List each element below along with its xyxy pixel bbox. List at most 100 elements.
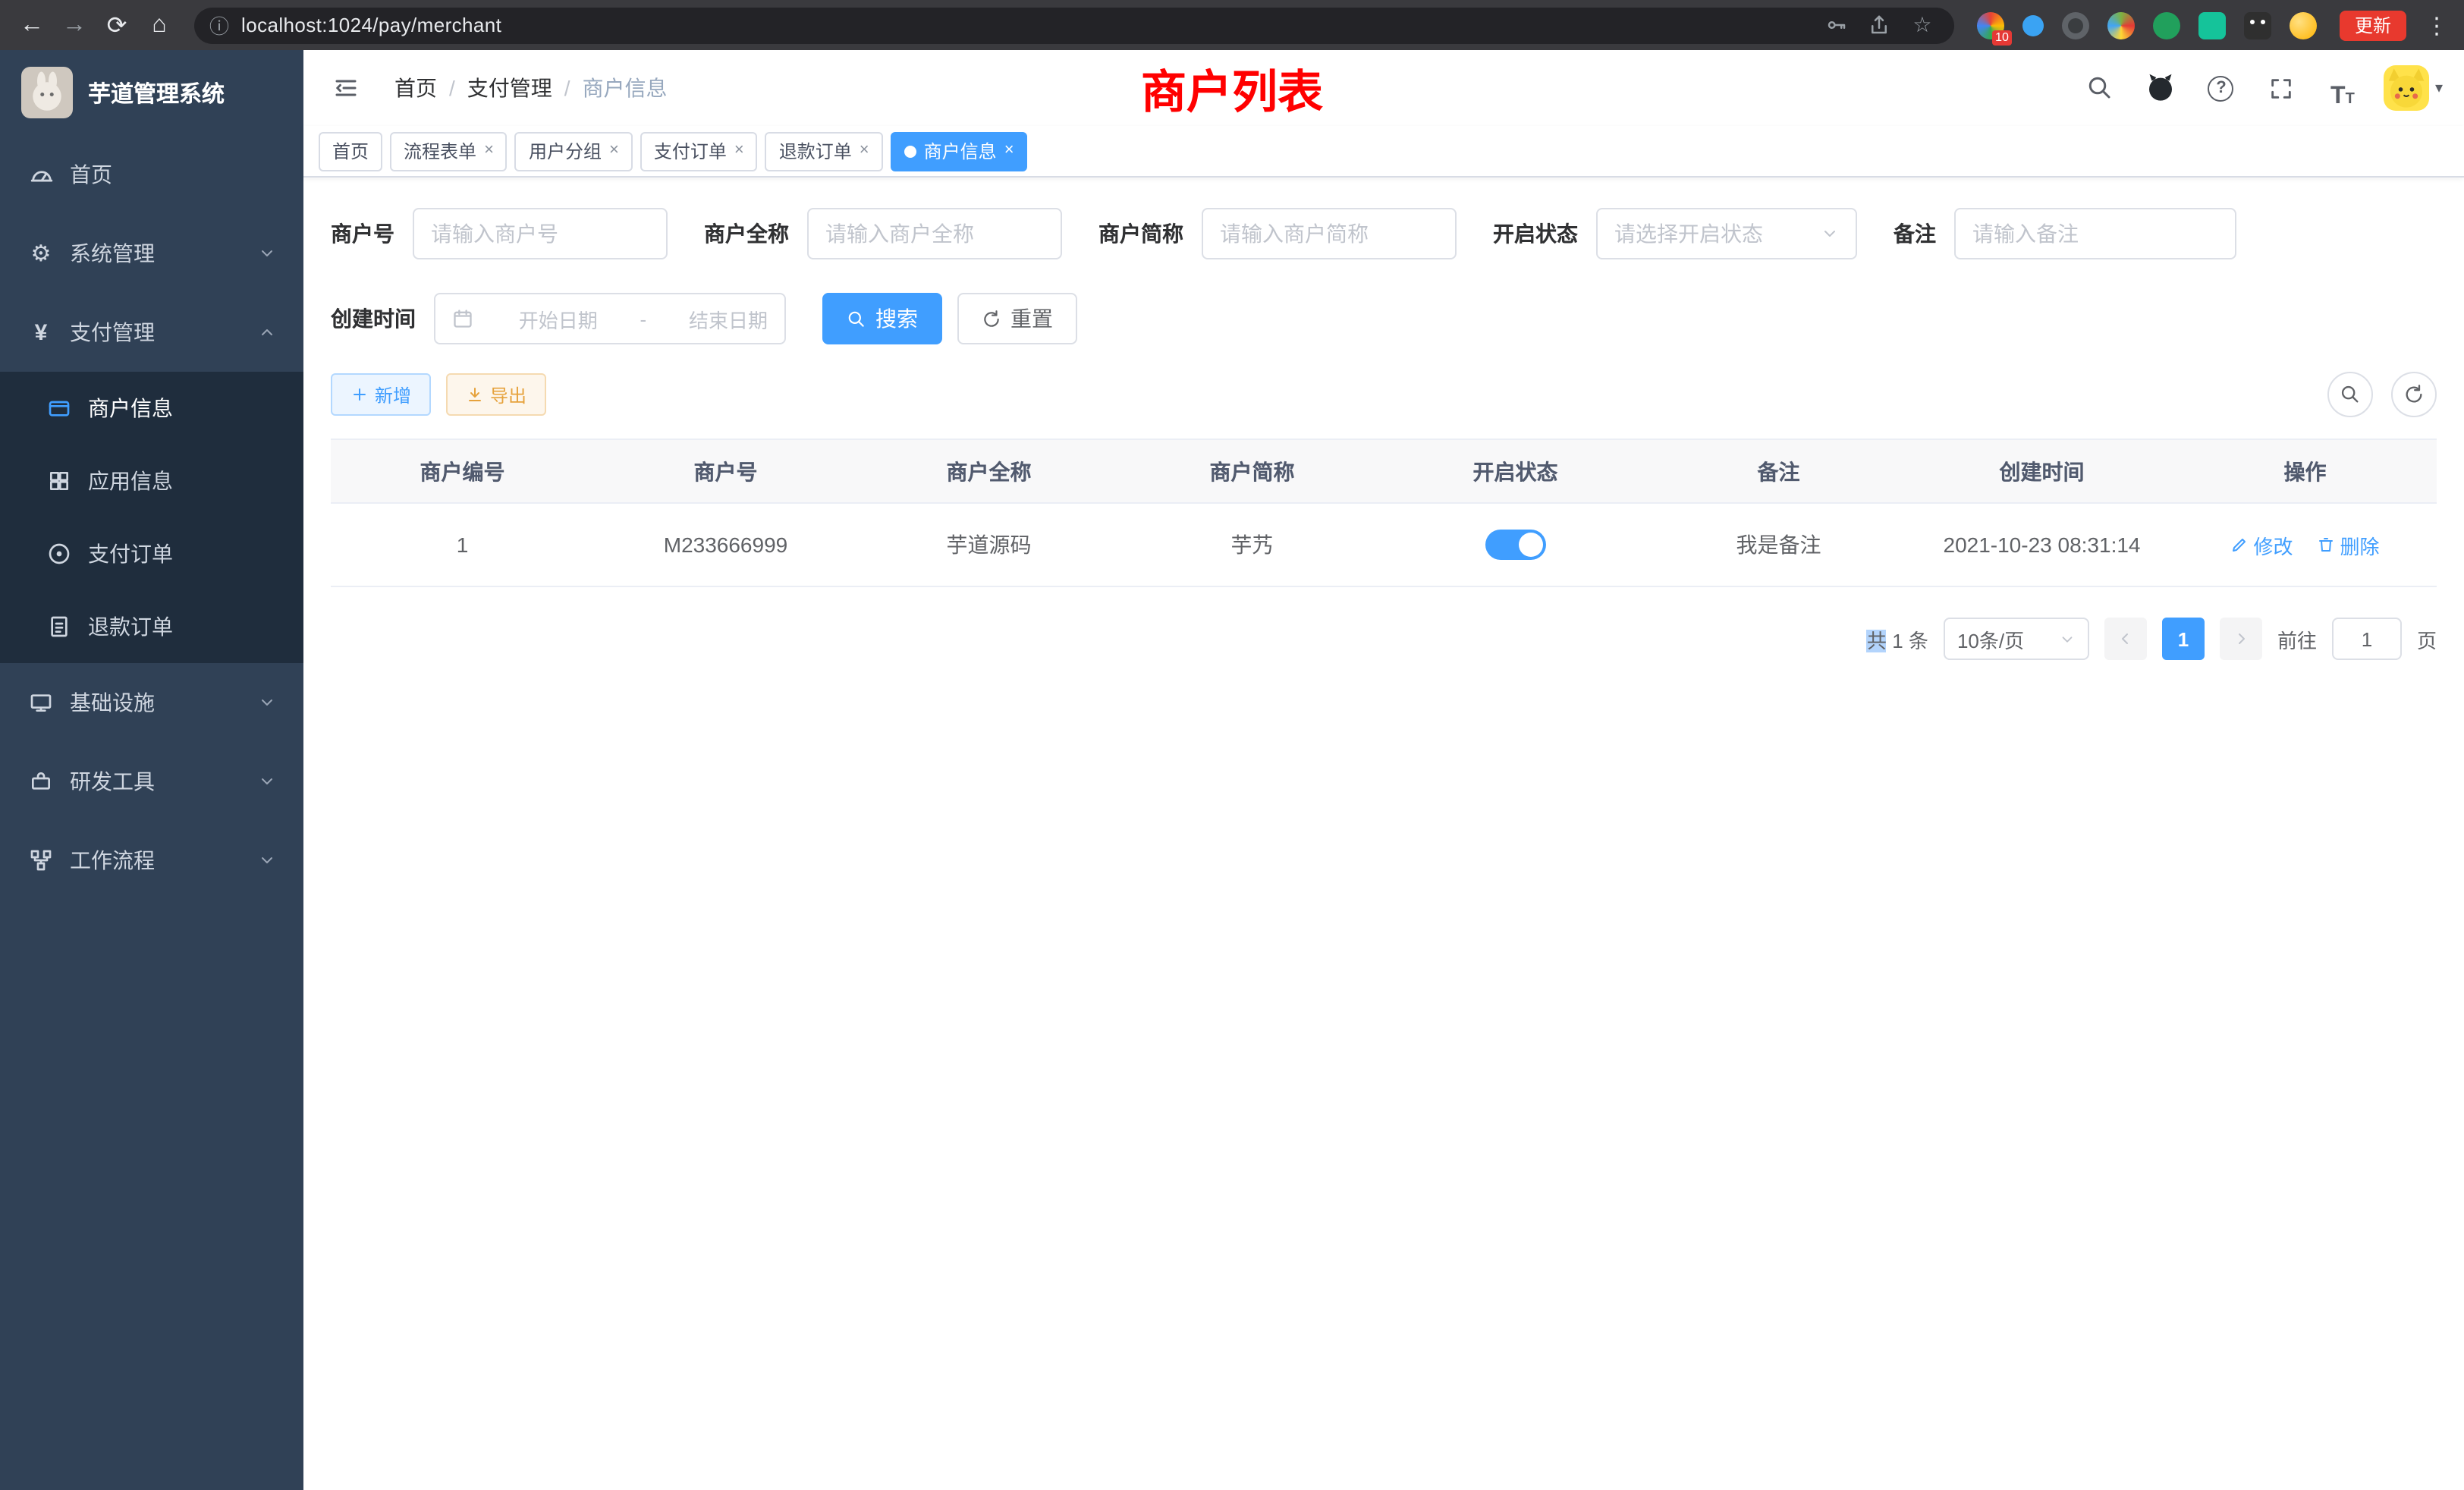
browser-home-button[interactable]: ⌂ (140, 5, 179, 45)
status-toggle[interactable] (1485, 530, 1546, 560)
status-select[interactable]: 请选择开启状态 (1596, 208, 1857, 259)
sidebar-fold-icon[interactable] (325, 67, 367, 109)
address-bar[interactable]: ⓘ localhost:1024/pay/merchant ☆ (194, 7, 1954, 43)
tab-home[interactable]: 首页 (319, 131, 382, 171)
github-icon[interactable] (2141, 68, 2180, 108)
prev-page-button[interactable] (2104, 618, 2147, 660)
page-number-button[interactable]: 1 (2162, 618, 2205, 660)
tab-process-form[interactable]: 流程表单 × (390, 131, 508, 171)
column-header: 商户全称 (857, 440, 1120, 504)
cell-full-name: 芋道源码 (857, 504, 1120, 587)
calendar-icon (452, 308, 473, 329)
full-name-input[interactable] (825, 222, 1044, 246)
total-count: 1 (1892, 629, 1903, 652)
next-page-button[interactable] (2220, 618, 2262, 660)
tab-pay-orders[interactable]: 支付订单 × (640, 131, 758, 171)
sidebar-item-dev-tools[interactable]: 研发工具 (0, 742, 303, 821)
bookmark-star-icon[interactable]: ☆ (1906, 8, 1939, 42)
chevron-up-icon (258, 323, 276, 341)
sidebar-item-system[interactable]: ⚙ 系统管理 (0, 214, 303, 293)
browser-back-button[interactable]: ← (12, 5, 52, 45)
top-navbar: 首页 / 支付管理 / 商户信息 ? (303, 50, 2464, 126)
chevron-down-icon (258, 851, 276, 869)
sidebar-item-merchant-info[interactable]: 商户信息 (0, 372, 303, 445)
filter-full-name: 商户全称 (704, 208, 1062, 259)
pagination: 共 1 条 10条/页 1 (331, 618, 2437, 660)
breadcrumb-home[interactable]: 首页 (394, 73, 437, 103)
sidebar-item-workflow[interactable]: 工作流程 (0, 821, 303, 900)
full-name-input-wrap (807, 208, 1062, 259)
browser-menu-icon[interactable]: ⋮ (2422, 11, 2452, 39)
help-icon[interactable]: ? (2202, 68, 2241, 108)
sidebar-item-payment[interactable]: ¥ 支付管理 (0, 293, 303, 372)
tab-merchant-info[interactable]: 商户信息 × (891, 131, 1028, 171)
tags-view-bar: 首页 流程表单 × 用户分组 × 支付订单 × 退款订单 × (303, 126, 2464, 178)
refresh-icon[interactable] (2391, 372, 2437, 417)
extension-badge: 10 (1992, 30, 2012, 45)
extension-icon-colorful[interactable]: 10 (1977, 11, 2004, 39)
site-info-icon[interactable]: ⓘ (209, 11, 229, 39)
page-size-select[interactable]: 10条/页 (1944, 618, 2089, 660)
sidebar-item-label: 退款订单 (88, 611, 173, 642)
cell-merchant-no: M233666999 (594, 504, 857, 587)
breadcrumb-current: 商户信息 (583, 73, 668, 103)
short-name-input[interactable] (1220, 222, 1438, 246)
reset-button[interactable]: 重置 (957, 293, 1077, 344)
edit-link[interactable]: 修改 (2230, 530, 2293, 559)
extension-icon-blue-dot[interactable] (2022, 14, 2044, 36)
close-icon[interactable]: × (1004, 143, 1014, 159)
column-header: 备注 (1647, 440, 1910, 504)
close-icon[interactable]: × (609, 143, 619, 159)
remark-input-wrap (1954, 208, 2236, 259)
goto-page-input[interactable] (2332, 618, 2402, 660)
avatar[interactable] (2384, 65, 2429, 111)
sidebar-item-home[interactable]: 首页 (0, 135, 303, 214)
close-icon[interactable]: × (734, 143, 744, 159)
toggle-search-icon[interactable] (2327, 372, 2373, 417)
remark-input[interactable] (1972, 222, 2218, 246)
chevron-down-icon (2059, 630, 2076, 647)
filter-status: 开启状态 请选择开启状态 (1493, 208, 1857, 259)
tab-label: 退款订单 (779, 138, 852, 164)
extension-icon-green-circle[interactable] (2153, 11, 2180, 39)
merchant-no-input[interactable] (431, 222, 649, 246)
breadcrumb-payment[interactable]: 支付管理 (467, 73, 552, 103)
password-key-icon[interactable] (1821, 8, 1854, 42)
cell-remark: 我是备注 (1647, 504, 1910, 587)
add-button[interactable]: 新增 (331, 373, 431, 416)
goto-label: 前往 (2277, 624, 2317, 653)
extension-icon-tampermonkey[interactable] (2244, 11, 2271, 39)
chevron-down-icon (258, 693, 276, 712)
target-icon (46, 542, 73, 566)
extension-icon-green-square[interactable] (2198, 11, 2226, 39)
fullscreen-icon[interactable] (2262, 68, 2302, 108)
share-icon[interactable] (1863, 8, 1897, 42)
sidebar-item-pay-orders[interactable]: 支付订单 (0, 517, 303, 590)
sidebar-item-infrastructure[interactable]: 基础设施 (0, 663, 303, 742)
delete-link[interactable]: 删除 (2318, 530, 2380, 559)
browser-forward-button[interactable]: → (55, 5, 94, 45)
browser-update-button[interactable]: 更新 (2340, 10, 2406, 40)
create-time-range-picker[interactable]: 开始日期 - 结束日期 (434, 293, 786, 344)
table-header-row: 商户编号 商户号 商户全称 商户简称 开启状态 备注 创建时间 操作 (331, 440, 2437, 504)
search-icon[interactable] (2080, 68, 2120, 108)
filter-create-time: 创建时间 开始日期 - 结束日期 (331, 293, 786, 344)
tab-refund-orders[interactable]: 退款订单 × (765, 131, 883, 171)
delete-link-label: 删除 (2340, 530, 2380, 559)
close-icon[interactable]: × (484, 143, 494, 159)
user-avatar-menu[interactable]: ▾ (2384, 65, 2443, 111)
browser-reload-button[interactable]: ⟳ (97, 5, 137, 45)
tab-user-group[interactable]: 用户分组 × (515, 131, 633, 171)
browser-profile-avatar[interactable] (2290, 11, 2317, 39)
column-header: 商户简称 (1120, 440, 1384, 504)
close-icon[interactable]: × (860, 143, 869, 159)
extension-icon-dark-circle[interactable] (2062, 11, 2089, 39)
sidebar-item-label: 应用信息 (88, 466, 173, 496)
sidebar-item-app-info[interactable]: 应用信息 (0, 445, 303, 517)
search-button[interactable]: 搜索 (822, 293, 942, 344)
font-size-icon[interactable]: TT (2323, 68, 2362, 108)
url-text[interactable]: localhost:1024/pay/merchant (241, 14, 1812, 36)
sidebar-item-refund-orders[interactable]: 退款订单 (0, 590, 303, 663)
extension-icon-multicolor[interactable] (2107, 11, 2135, 39)
export-button[interactable]: 导出 (446, 373, 546, 416)
